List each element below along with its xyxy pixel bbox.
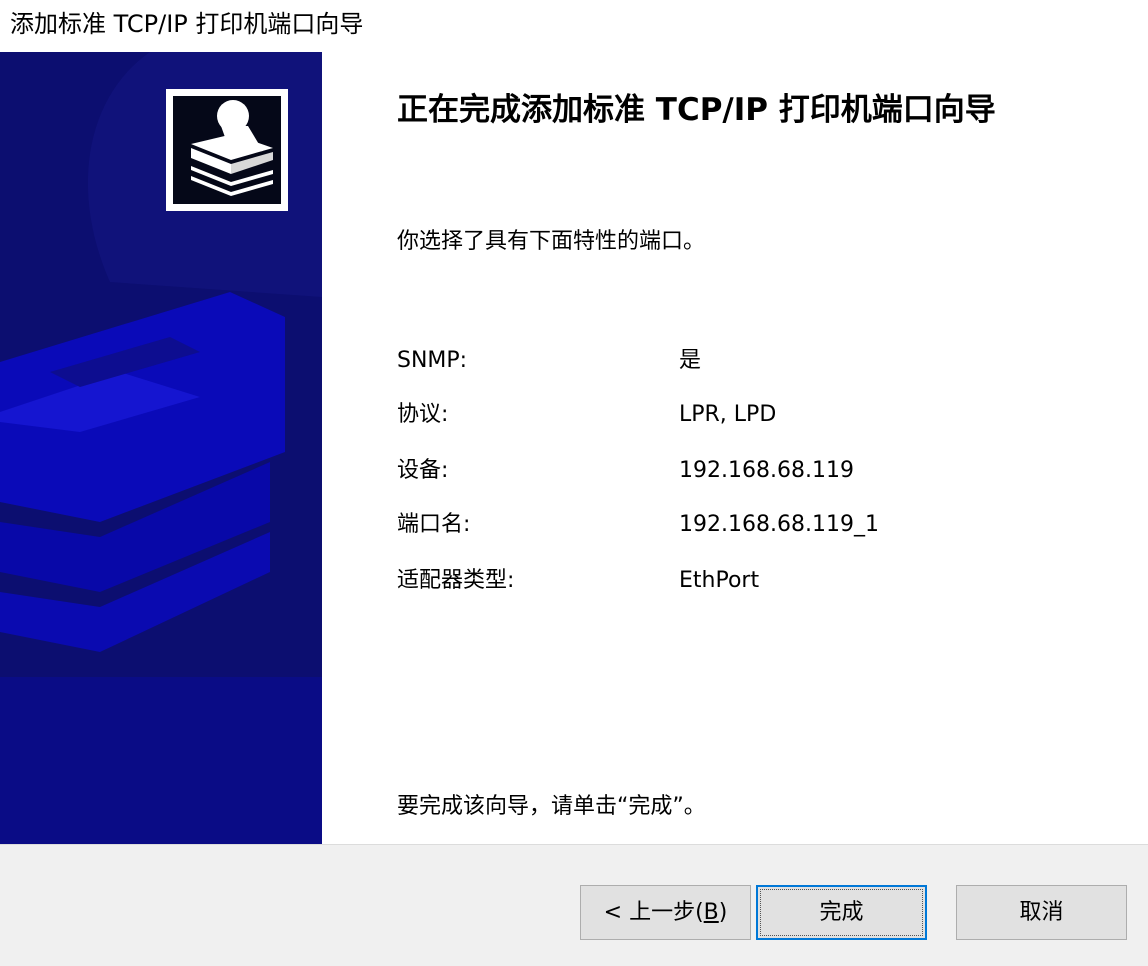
- property-value: 192.168.68.119_1: [679, 512, 879, 537]
- property-label: 协议:: [397, 402, 449, 427]
- property-value: 192.168.68.119: [679, 458, 854, 483]
- property-value: EthPort: [679, 568, 760, 593]
- property-label: 适配器类型:: [397, 568, 515, 593]
- window-title: 添加标准 TCP/IP 打印机端口向导: [10, 10, 364, 38]
- property-row-port-name: 端口名: 192.168.68.119_1: [397, 510, 1097, 540]
- printer-icon: [173, 96, 281, 204]
- property-value: LPR, LPD: [679, 402, 777, 427]
- page-title: 正在完成添加标准 TCP/IP 打印机端口向导: [397, 92, 996, 128]
- property-value: 是: [679, 348, 702, 373]
- wizard-content: 正在完成添加标准 TCP/IP 打印机端口向导 你选择了具有下面特性的端口。 S…: [322, 52, 1148, 844]
- property-row-adapter-type: 适配器类型: EthPort: [397, 566, 1097, 596]
- property-label: 设备:: [397, 458, 449, 483]
- back-button-label-prefix: < 上一步(: [603, 900, 704, 925]
- wizard-window: 添加标准 TCP/IP 打印机端口向导 正在完成添加标准 TCP/IP 打印机端…: [0, 0, 1148, 966]
- intro-text: 你选择了具有下面特性的端口。: [397, 229, 706, 254]
- property-row-snmp: SNMP: 是: [397, 346, 1097, 376]
- property-label: SNMP:: [397, 348, 468, 373]
- property-row-device: 设备: 192.168.68.119: [397, 456, 1097, 486]
- property-label: 端口名:: [397, 512, 471, 537]
- button-bar: < 上一步(B) 完成 取消: [0, 844, 1148, 966]
- printer-logo-frame: [166, 89, 288, 211]
- property-row-protocol: 协议: LPR, LPD: [397, 400, 1097, 430]
- finish-hint-text: 要完成该向导，请单击“完成”。: [397, 794, 706, 819]
- title-bar[interactable]: 添加标准 TCP/IP 打印机端口向导: [0, 0, 1148, 52]
- back-button[interactable]: < 上一步(B): [580, 885, 751, 940]
- finish-button[interactable]: 完成: [756, 885, 927, 940]
- back-button-accelerator: B: [703, 900, 719, 925]
- cancel-button[interactable]: 取消: [956, 885, 1127, 940]
- wizard-banner: [0, 52, 322, 844]
- back-button-label-suffix: ): [718, 900, 728, 925]
